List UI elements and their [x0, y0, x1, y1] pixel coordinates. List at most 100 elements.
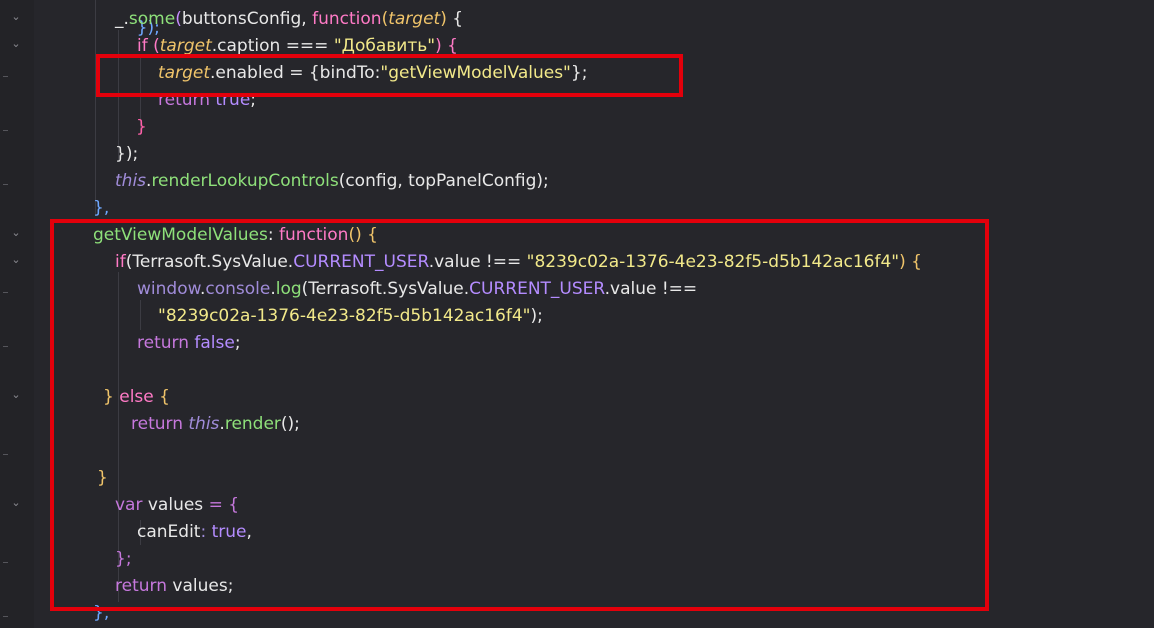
code-token: } [136, 117, 147, 137]
gutter-tick [3, 184, 8, 185]
code-token: target [159, 36, 212, 56]
code-token: "Добавить" [333, 36, 436, 56]
gutter-tick [3, 292, 8, 293]
code-line: if (target.caption === "Добавить") { [137, 33, 458, 60]
code-token: window [137, 279, 200, 299]
gutter-tick [3, 562, 8, 563]
code-token: var [115, 495, 148, 515]
code-token: } [103, 387, 120, 407]
gutter-tick [3, 454, 8, 455]
code-line: }); [115, 141, 138, 168]
code-token: getViewModelValues [93, 225, 268, 245]
code-token: this [188, 414, 220, 434]
code-token: }); [115, 144, 139, 164]
editor-gutter: ⌄ ⌄ ⌄ ⌄ ⌄ ⌄ [0, 0, 34, 628]
code-token: false [194, 333, 235, 353]
code-token: ) { [899, 252, 922, 272]
code-token: (); [280, 414, 300, 434]
code-token: target [158, 63, 210, 83]
code-token: if [115, 252, 126, 272]
code-token: () { [348, 225, 378, 245]
code-line: return true; [158, 87, 256, 114]
code-token: { [153, 387, 170, 407]
code-line: } [97, 465, 108, 492]
code-token: : [267, 225, 279, 245]
code-token: some [128, 9, 176, 29]
indent-guide [95, 0, 96, 215]
indent-guide [140, 300, 141, 330]
chevron-down-icon[interactable]: ⌄ [9, 253, 23, 267]
code-line: this.renderLookupControls(config, topPan… [115, 168, 549, 195]
code-token: ) [440, 9, 447, 29]
code-token: render [224, 414, 281, 434]
code-line: var values = { [115, 492, 239, 519]
code-line: window.console.log(Terrasoft.SysValue.CU… [137, 276, 697, 303]
gutter-tick [3, 130, 8, 131]
gutter-tick [3, 616, 8, 617]
code-token: "8239c02a-1376-4e23-82f5-d5b142ac16f4" [158, 306, 531, 326]
code-line: } else { [103, 384, 170, 411]
code-token: true [215, 90, 251, 110]
code-token: ; [227, 576, 234, 596]
code-token: values [147, 495, 204, 515]
code-token: = { [203, 495, 240, 515]
code-token: _. [115, 9, 129, 29]
code-token: .caption === [211, 36, 334, 56]
code-token: ( [175, 9, 182, 29]
chevron-down-icon[interactable]: ⌄ [9, 10, 23, 24]
code-token: "8239c02a-1376-4e23-82f5-d5b142ac16f4" [526, 252, 900, 272]
code-token: "getViewModelValues" [380, 63, 571, 83]
code-token: }; [570, 63, 588, 83]
chevron-down-icon[interactable]: ⌄ [9, 496, 23, 510]
code-token: if [137, 36, 148, 56]
code-token: ); [530, 306, 543, 326]
code-token: ) { [435, 36, 458, 56]
code-token: } [97, 468, 108, 488]
code-token: CURRENT_USER [469, 279, 605, 299]
code-token: buttonsConfig, [181, 9, 313, 29]
code-line: getViewModelValues: function() { [93, 222, 378, 249]
code-line: target.enabled = {bindTo:"getViewModelVa… [158, 60, 587, 87]
code-line: return false; [137, 330, 241, 357]
code-token: target [388, 9, 441, 29]
code-token: return [158, 90, 216, 110]
code-token: console [205, 279, 271, 299]
code-line: canEdit: true, [137, 519, 252, 546]
code-token: (Terrasoft.SysValue. [301, 279, 470, 299]
chevron-down-icon[interactable]: ⌄ [9, 388, 23, 402]
code-token: function [312, 9, 382, 29]
code-token: return [131, 414, 189, 434]
code-token: else [119, 387, 154, 407]
code-line: return values; [115, 573, 233, 600]
gutter-tick [3, 346, 8, 347]
code-token: function [278, 225, 349, 245]
code-token: ; [234, 333, 241, 353]
code-token: ; [250, 90, 257, 110]
code-token: values [172, 576, 228, 596]
code-token: return [115, 576, 173, 596]
code-line: }; [115, 546, 132, 573]
code-token: (config, topPanelConfig); [338, 171, 549, 191]
code-token: .value !== [604, 279, 698, 299]
code-token: { [446, 9, 464, 29]
code-token: this [115, 171, 147, 191]
code-line: return this.render(); [131, 411, 300, 438]
code-line: "8239c02a-1376-4e23-82f5-d5b142ac16f4"); [158, 303, 543, 330]
code-token: CURRENT_USER [293, 252, 429, 272]
chevron-down-icon[interactable]: ⌄ [9, 226, 23, 240]
chevron-down-icon[interactable]: ⌄ [9, 37, 23, 51]
code-token: renderLookupControls [151, 171, 339, 191]
code-token: (Terrasoft.SysValue. [125, 252, 294, 272]
code-token: .enabled = {bindTo: [210, 63, 381, 83]
code-token: log [275, 279, 302, 299]
code-line: }, [93, 195, 109, 222]
code-token: canEdit [137, 522, 201, 542]
code-line: } [136, 114, 147, 141]
code-token: , [246, 522, 252, 542]
code-token: : [200, 522, 212, 542]
gutter-tick [3, 76, 8, 77]
code-token: return [137, 333, 195, 353]
code-token: }, [93, 603, 110, 623]
code-line: }, [93, 600, 109, 627]
code-line: _.some(buttonsConfig, function(target) { [115, 6, 463, 33]
